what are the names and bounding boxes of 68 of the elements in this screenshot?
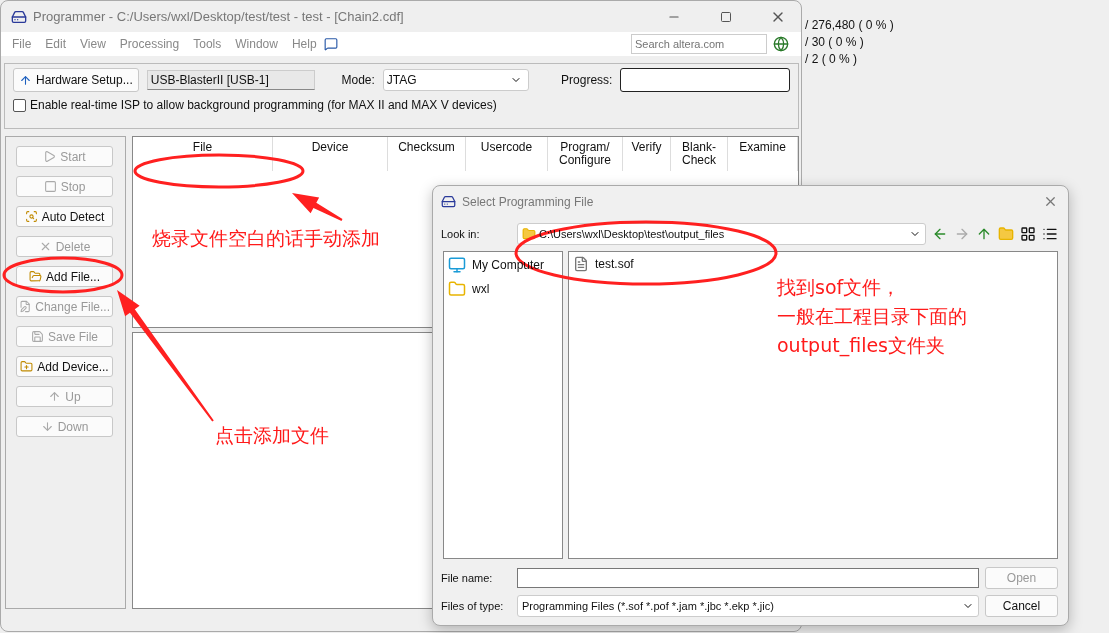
mode-select[interactable]: JTAG <box>382 69 530 91</box>
menu-item[interactable]: File <box>5 37 39 51</box>
monitor-icon[interactable] <box>448 256 466 274</box>
usage-readout: / 2 ( 0 % ) <box>805 51 858 67</box>
menu-item[interactable]: Edit <box>38 37 74 51</box>
column-header: Verify <box>623 137 671 171</box>
close-icon[interactable] <box>1043 194 1058 209</box>
annotation-text: 一般在工程目录下面的 <box>777 304 967 329</box>
maximize-icon[interactable] <box>720 10 732 23</box>
menu-item[interactable]: Help <box>284 37 324 51</box>
column-header: Blank- Check <box>671 137 728 171</box>
column-header: File <box>133 137 273 171</box>
place-item[interactable]: wxl <box>472 282 490 296</box>
progress-label: Progress: <box>561 73 613 87</box>
usage-readout: / 30 ( 0 % ) <box>805 34 865 50</box>
scan-icon <box>24 210 38 223</box>
folder-icon <box>29 270 42 283</box>
folder-icon <box>522 227 536 241</box>
column-header: Device <box>273 137 388 171</box>
hardware-field: USB-BlasterII [USB-1] <box>146 70 316 90</box>
usage-readout: / 276,480 ( 0 % ) <box>805 17 894 33</box>
hardware-setup-button[interactable]: Hardware Setup... <box>13 68 139 92</box>
up-arrow-icon <box>48 390 62 403</box>
feedback-icon[interactable] <box>323 37 338 51</box>
column-header: Checksum <box>388 137 466 171</box>
isp-checkbox[interactable] <box>13 98 26 112</box>
app-icon <box>441 194 456 209</box>
file-type-label: Files of type: <box>441 600 505 612</box>
side-button[interactable]: Add Device... <box>16 356 113 377</box>
menu-item[interactable]: Tools <box>186 37 229 51</box>
side-button[interactable]: Add File... <box>16 266 113 287</box>
file-name-label: File name: <box>441 572 494 584</box>
column-header: Program/ Configure <box>548 137 623 171</box>
list-view-icon[interactable] <box>1042 226 1058 242</box>
annotation-arrow <box>292 193 343 221</box>
stop-icon <box>43 180 57 193</box>
menu-item[interactable]: Processing <box>112 37 187 51</box>
annotation-text: output_files文件夹 <box>777 333 946 359</box>
annotation-text: 点击添加文件 <box>215 423 329 448</box>
down-arrow-icon <box>40 420 54 433</box>
window-title: Programmer - C:/Users/wxl/Desktop/test/test - test - [Chain2.cdf] <box>33 9 405 24</box>
save-icon <box>31 330 44 343</box>
menu-item[interactable]: View <box>73 37 113 51</box>
play-icon <box>43 150 57 163</box>
look-in-label: Look in: <box>441 228 481 240</box>
annotation-text: 烧录文件空白的话手动添加 <box>152 226 380 251</box>
dialog-title: Select Programming File <box>462 194 595 209</box>
back-icon[interactable] <box>932 226 948 242</box>
file-icon[interactable] <box>573 256 589 272</box>
grid-view-icon[interactable] <box>1020 226 1036 242</box>
file-type-select[interactable]: Programming Files (*.sof *.pof *.jam *.jbc *.ekp *.jic) <box>517 595 979 617</box>
column-header: Usercode <box>466 137 548 171</box>
up-arrow-icon <box>19 73 32 87</box>
globe-icon[interactable] <box>773 36 789 52</box>
up-arrow-icon[interactable] <box>976 226 992 242</box>
folder-add-icon <box>20 360 34 373</box>
cancel-button[interactable]: Cancel <box>985 595 1058 617</box>
search-field[interactable]: Search altera.com <box>631 34 767 54</box>
file-edit-icon <box>19 300 32 313</box>
side-button[interactable]: Auto Detect <box>16 206 113 227</box>
mode-label: Mode: <box>341 73 375 87</box>
menu-item[interactable]: Window <box>228 37 285 51</box>
app-icon <box>11 8 27 25</box>
annotation-text: 找到sof文件， <box>777 275 902 300</box>
file-name-field[interactable] <box>517 568 979 588</box>
column-header: Examine <box>728 137 798 171</box>
isp-label: Enable real-time ISP to allow background programming (for MAX II and MAX V devices) <box>30 98 497 112</box>
file-entry[interactable]: test.sof <box>595 257 634 271</box>
